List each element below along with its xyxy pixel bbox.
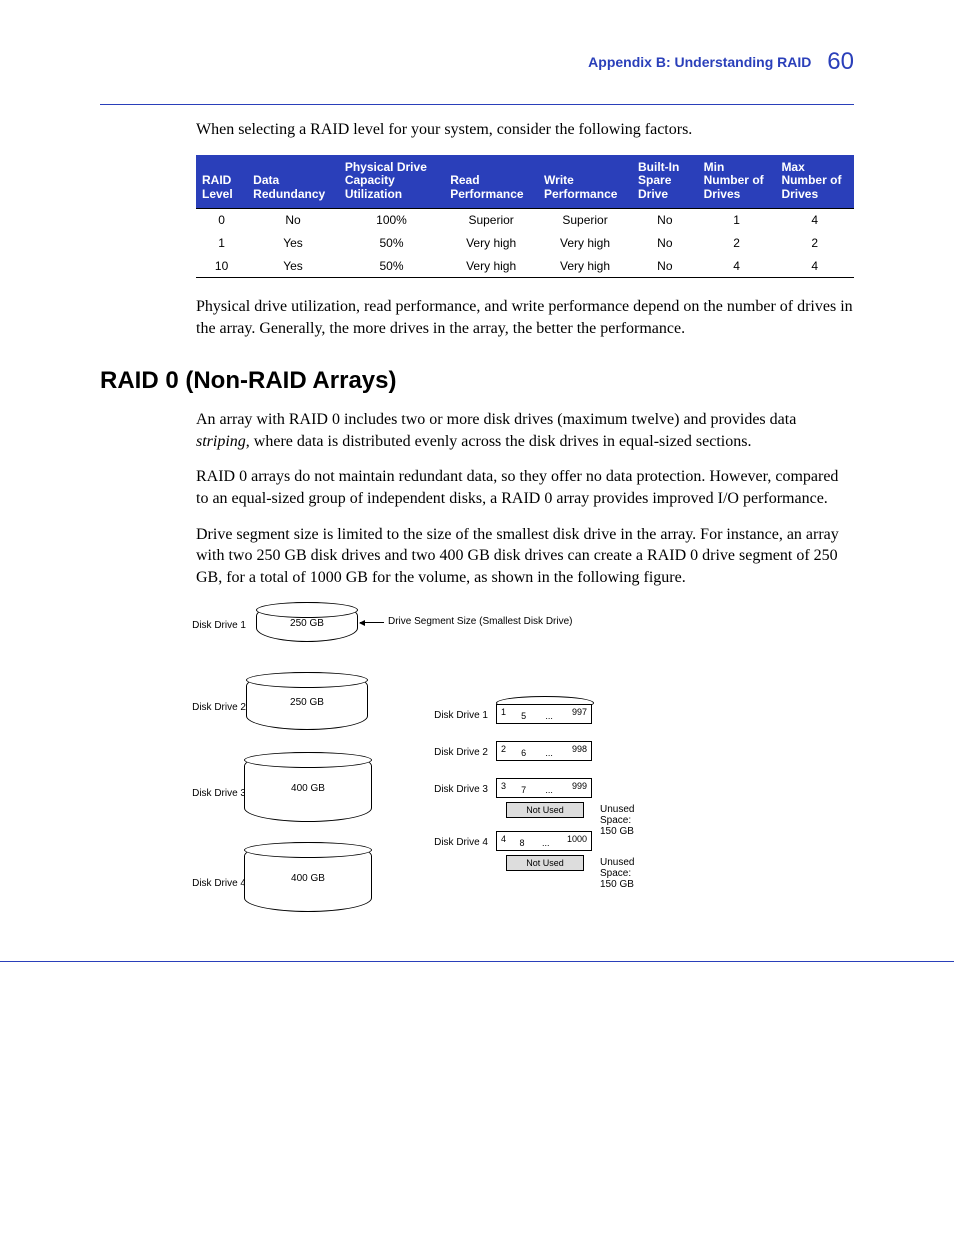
disk-cylinder-icon: 400 GB — [244, 842, 372, 912]
stripe-cell: 4 8 ... 1000 — [496, 831, 592, 851]
stripe-cell: 3 7 ... 999 — [496, 778, 592, 798]
not-used-box: Not Used — [506, 802, 584, 818]
page-header: Appendix B: Understanding RAID 60 — [100, 40, 854, 80]
th-raid-level: RAID Level — [196, 155, 247, 209]
raid0-paragraph-2: RAID 0 arrays do not maintain redundant … — [196, 466, 854, 509]
th-max-drives: Max Number of Drives — [775, 155, 854, 209]
disk-cylinder-icon: 250 GB — [256, 602, 358, 642]
disk-label: Disk Drive 1 — [176, 620, 246, 631]
footer-rule — [0, 961, 954, 962]
th-data-redundancy: Data Redundancy — [247, 155, 339, 209]
disk-label: Disk Drive 3 — [176, 788, 246, 799]
disk-label: Disk Drive 2 — [176, 702, 246, 713]
table-row: 0 No 100% Superior Superior No 1 4 — [196, 208, 854, 231]
segment-size-label: Drive Segment Size (Smallest Disk Drive) — [388, 616, 573, 627]
raid0-paragraph-1: An array with RAID 0 includes two or mor… — [196, 409, 854, 452]
th-capacity-utilization: Physical Drive Capacity Utilization — [339, 155, 444, 209]
stripe-cell: 2 6 ... 998 — [496, 741, 592, 761]
header-rule — [100, 104, 854, 105]
stripe-cell: 1 5 ... 997 — [496, 704, 592, 724]
not-used-box: Not Used — [506, 855, 584, 871]
th-read-performance: Read Performance — [444, 155, 538, 209]
page-number: 60 — [827, 48, 854, 75]
disk-cylinder-icon: 400 GB — [244, 752, 372, 822]
raid-comparison-table: RAID Level Data Redundancy Physical Driv… — [196, 155, 854, 278]
th-write-performance: Write Performance — [538, 155, 632, 209]
disk-cylinder-icon: 250 GB — [246, 672, 368, 730]
table-row: 10 Yes 50% Very high Very high No 4 4 — [196, 254, 854, 277]
unused-space-label: Unused Space: 150 GB — [600, 857, 634, 890]
th-spare-drive: Built-In Spare Drive — [632, 155, 698, 209]
unused-space-label: Unused Space: 150 GB — [600, 804, 634, 837]
arrow-icon — [360, 622, 384, 623]
disk-label: Disk Drive 4 — [176, 878, 246, 889]
table-row: 1 Yes 50% Very high Very high No 2 2 — [196, 231, 854, 254]
raid0-diagram: Disk Drive 1 250 GB Disk Drive 2 250 GB … — [196, 602, 736, 962]
post-table-paragraph: Physical drive utilization, read perform… — [196, 296, 854, 339]
th-min-drives: Min Number of Drives — [698, 155, 776, 209]
header-section: Appendix B: Understanding RAID — [588, 54, 811, 70]
section-heading: RAID 0 (Non-RAID Arrays) — [100, 367, 854, 395]
intro-paragraph: When selecting a RAID level for your sys… — [196, 119, 854, 141]
raid0-paragraph-3: Drive segment size is limited to the siz… — [196, 524, 854, 589]
